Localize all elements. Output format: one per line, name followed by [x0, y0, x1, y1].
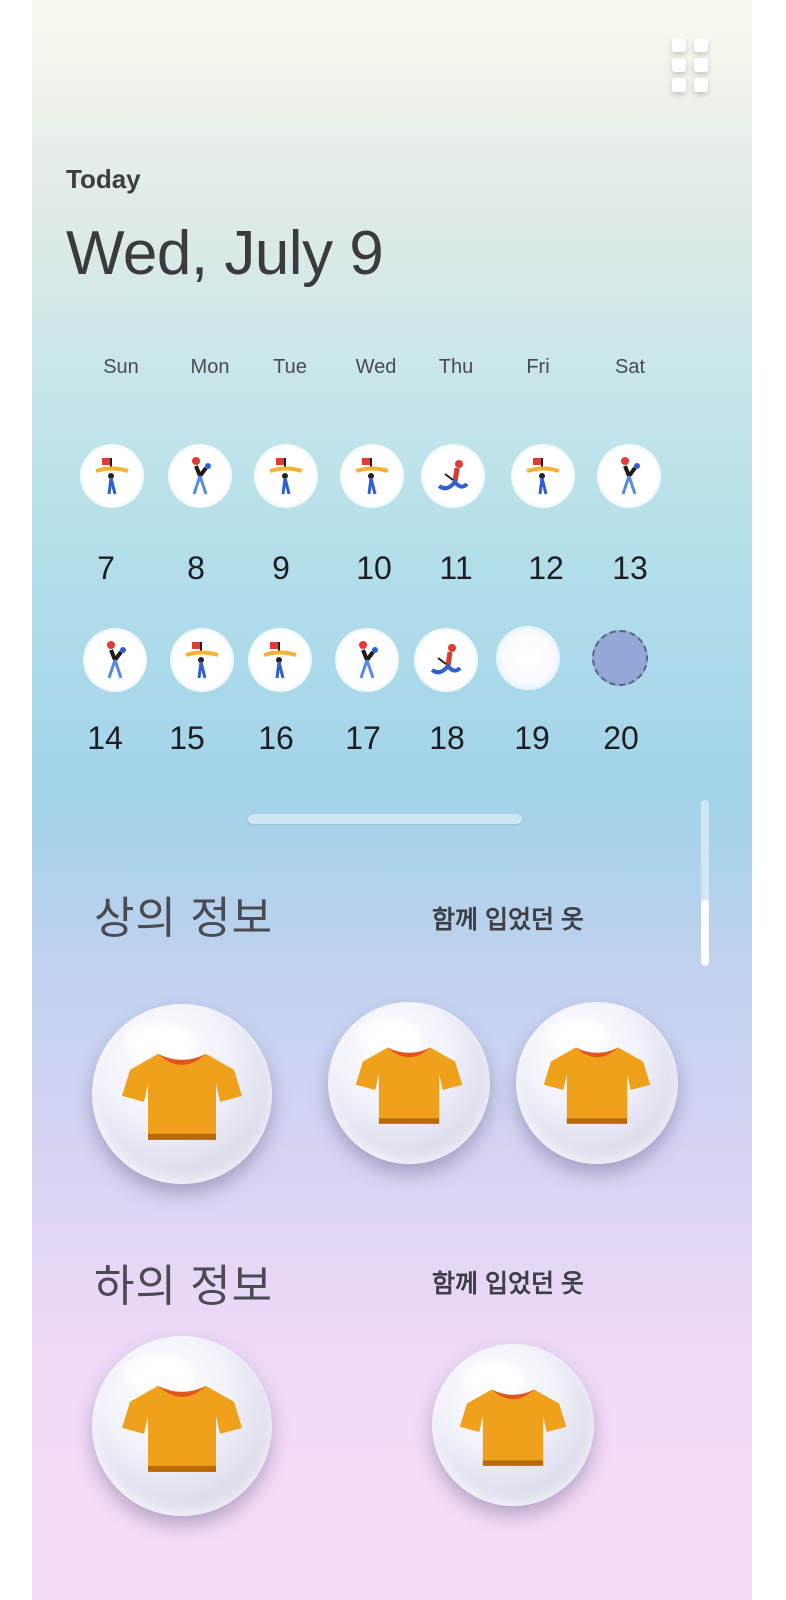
t-shirt-icon	[122, 1385, 242, 1472]
day-number[interactable]: 19	[500, 720, 564, 757]
grid-menu-icon	[672, 38, 686, 52]
day-number[interactable]: 13	[598, 550, 662, 587]
tops-worn-together-link[interactable]: 함께 입었던 옷	[432, 900, 584, 936]
day-9-activity[interactable]	[254, 444, 318, 508]
weekday-mon: Mon	[190, 356, 230, 378]
day-20-selected[interactable]	[592, 630, 648, 686]
day-8-activity[interactable]	[168, 444, 232, 508]
day-15-activity[interactable]	[170, 628, 234, 692]
day-number[interactable]: 10	[342, 550, 406, 587]
bottom-item-bubble[interactable]	[432, 1344, 594, 1506]
walker-icon	[359, 641, 378, 679]
day-17-activity[interactable]	[335, 628, 399, 692]
bottoms-worn-together-link[interactable]: 함께 입었던 옷	[432, 1264, 584, 1300]
weekday-sun: Sun	[103, 356, 139, 378]
day-number[interactable]: 17	[331, 720, 395, 757]
flag-runner-icon	[263, 642, 297, 679]
day-number[interactable]: 8	[164, 550, 228, 587]
top-item-bubble[interactable]	[328, 1002, 490, 1164]
day-number[interactable]: 20	[589, 720, 653, 757]
bottom-item-bubble[interactable]	[92, 1336, 272, 1516]
t-shirt-icon	[355, 1047, 463, 1124]
app-screen: Today Wed, July 9 Sun Mon Tue Wed Thu Fr…	[32, 0, 752, 1600]
weekday-fri: Fri	[526, 356, 550, 378]
t-shirt-icon	[543, 1047, 651, 1124]
day-number[interactable]: 7	[74, 550, 138, 587]
t-shirt-icon	[122, 1053, 242, 1140]
walker-icon	[107, 641, 126, 679]
day-18-activity[interactable]	[414, 628, 478, 692]
scrollbar-thumb[interactable]	[701, 900, 709, 966]
day-13-activity[interactable]	[597, 444, 661, 508]
flag-runner-icon	[269, 458, 303, 495]
today-label: Today	[66, 164, 141, 194]
tops-section-title: 상의 정보	[94, 894, 274, 943]
top-item-bubble[interactable]	[92, 1004, 272, 1184]
weekday-thu: Thu	[438, 356, 474, 378]
flag-runner-icon	[95, 458, 129, 495]
day-number[interactable]: 15	[155, 720, 219, 757]
day-7-activity[interactable]	[80, 444, 144, 508]
day-16-activity[interactable]	[248, 628, 312, 692]
day-12-activity[interactable]	[511, 444, 575, 508]
day-11-activity[interactable]	[421, 444, 485, 508]
day-number[interactable]: 12	[514, 550, 578, 587]
sitting-figure-icon	[437, 460, 469, 491]
day-number[interactable]: 18	[415, 720, 479, 757]
day-14-activity[interactable]	[83, 628, 147, 692]
t-shirt-icon	[459, 1389, 567, 1466]
bottoms-section-title: 하의 정보	[94, 1262, 274, 1311]
walker-icon	[621, 457, 640, 495]
weekday-sat: Sat	[614, 356, 646, 378]
day-10-activity[interactable]	[340, 444, 404, 508]
flag-runner-icon	[526, 458, 560, 495]
day-number[interactable]: 16	[244, 720, 308, 757]
drag-handle[interactable]	[248, 814, 522, 824]
weekday-wed: Wed	[355, 356, 397, 378]
weekday-tue: Tue	[273, 356, 307, 378]
grid-menu-button[interactable]	[672, 38, 716, 94]
sitting-figure-icon	[430, 644, 462, 675]
walker-icon	[192, 457, 211, 495]
day-19-empty[interactable]	[496, 626, 560, 690]
page-title: Wed, July 9	[66, 219, 384, 288]
day-number[interactable]: 14	[73, 720, 137, 757]
day-number[interactable]: 11	[424, 550, 488, 587]
flag-runner-icon	[185, 642, 219, 679]
day-number[interactable]: 9	[249, 550, 313, 587]
top-item-bubble[interactable]	[516, 1002, 678, 1164]
flag-runner-icon	[355, 458, 389, 495]
